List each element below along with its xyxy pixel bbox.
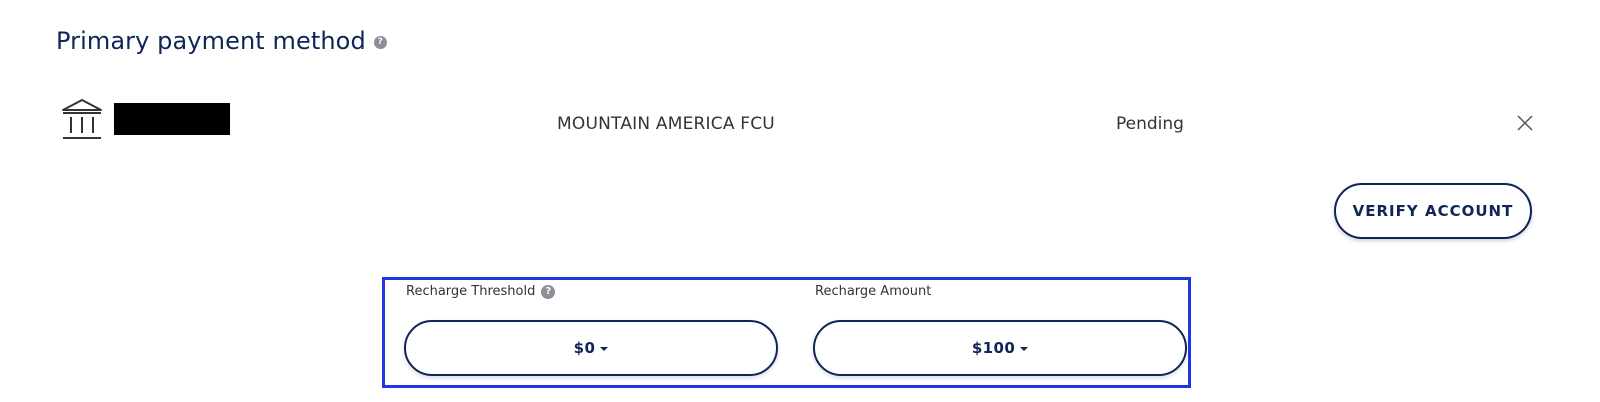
redacted-account-number: [114, 103, 230, 135]
recharge-amount-value: $100: [971, 339, 1016, 357]
recharge-amount-label: Recharge Amount: [815, 284, 932, 299]
caret-down-icon: [1020, 347, 1029, 351]
recharge-threshold-label-row: Recharge Threshold ?: [406, 284, 556, 299]
page-title: Primary payment method: [56, 27, 366, 55]
help-icon[interactable]: ?: [373, 36, 387, 49]
bank-icon: [62, 99, 102, 139]
recharge-amount-label-row: Recharge Amount: [815, 284, 931, 299]
recharge-threshold-dropdown[interactable]: $0: [404, 320, 778, 376]
recharge-threshold-value: $0: [573, 339, 596, 357]
recharge-settings-panel: Recharge Threshold ? $0 Recharge Amount …: [382, 277, 1191, 388]
help-icon[interactable]: ?: [541, 284, 556, 299]
payment-method-row: MOUNTAIN AMERICA FCU Pending: [56, 96, 1544, 148]
bank-name: MOUNTAIN AMERICA FCU: [557, 114, 775, 134]
section-header: Primary payment method ?: [56, 27, 387, 55]
verify-account-button[interactable]: VERIFY ACCOUNT: [1334, 183, 1532, 239]
recharge-amount-dropdown[interactable]: $100: [813, 320, 1187, 376]
close-icon[interactable]: [1515, 113, 1535, 133]
status-label: Pending: [1116, 114, 1184, 134]
recharge-threshold-label: Recharge Threshold: [406, 284, 536, 299]
caret-down-icon: [600, 347, 609, 351]
